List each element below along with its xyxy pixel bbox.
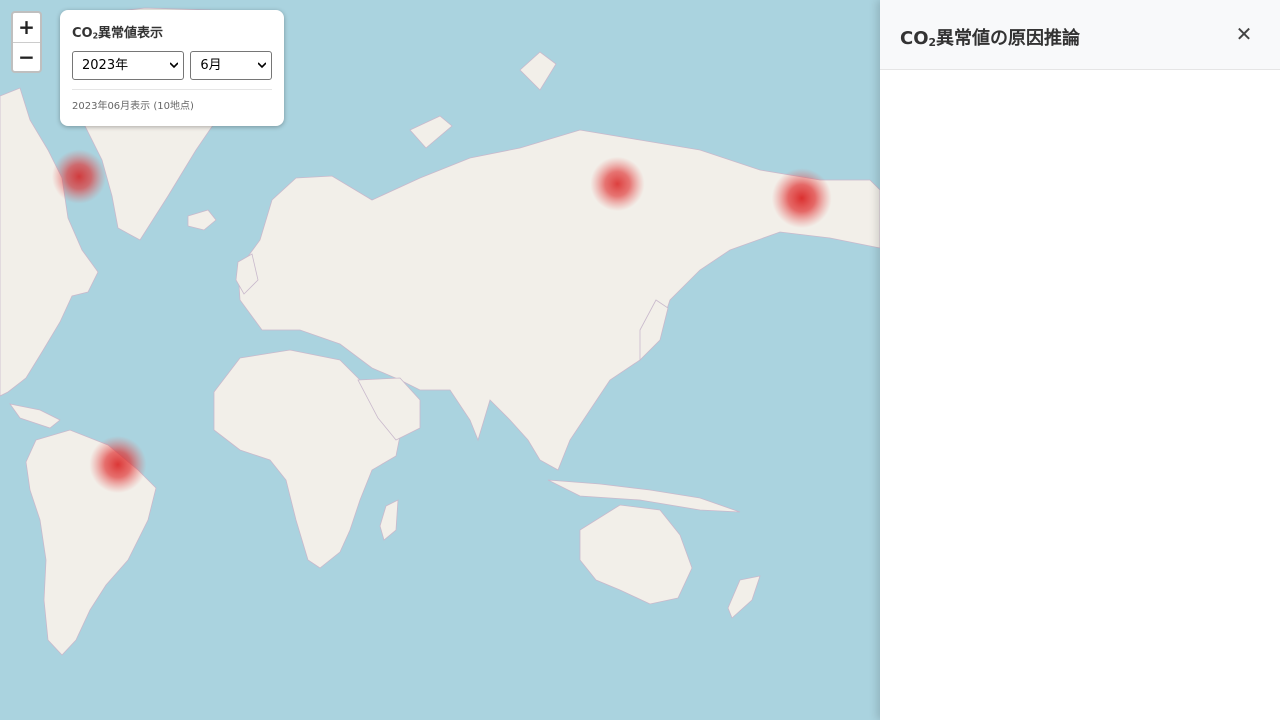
inference-sidebar: CO2異常値の原因推論 ✕ [880, 0, 1280, 720]
display-status: 2023年06月表示 (10地点) [72, 101, 194, 112]
hotspot-southern-russia[interactable] [590, 156, 645, 212]
chevron-down-icon [170, 62, 179, 69]
zoom-control: + − [11, 11, 42, 73]
sidebar-content [880, 70, 1280, 720]
divider [72, 89, 272, 90]
hotspot-kazakhstan[interactable] [771, 168, 832, 229]
year-select[interactable]: 2023年 [72, 51, 185, 80]
zoom-out-button[interactable]: − [13, 43, 40, 71]
close-button[interactable]: ✕ [1234, 22, 1254, 46]
chevron-down-icon [258, 62, 266, 69]
hotspot-eastern-canada[interactable] [51, 149, 107, 204]
zoom-in-button[interactable]: + [13, 13, 40, 43]
hotspot-amazon[interactable] [89, 435, 147, 494]
control-panel: CO2異常値表示 2023年 6月 2023年06月表示 (10地点) [60, 10, 284, 126]
sidebar-title: CO2異常値の原因推論 [900, 28, 1081, 50]
month-select-value: 6月 [200, 58, 222, 73]
control-panel-title: CO2異常値表示 [72, 26, 164, 41]
sidebar-header: CO2異常値の原因推論 ✕ [880, 0, 1280, 70]
month-select[interactable]: 6月 [190, 51, 272, 80]
map-view[interactable]: + − CO2異常値表示 2023年 6月 2023年06月表示 (10地点) [0, 0, 880, 720]
year-select-value: 2023年 [82, 58, 129, 73]
